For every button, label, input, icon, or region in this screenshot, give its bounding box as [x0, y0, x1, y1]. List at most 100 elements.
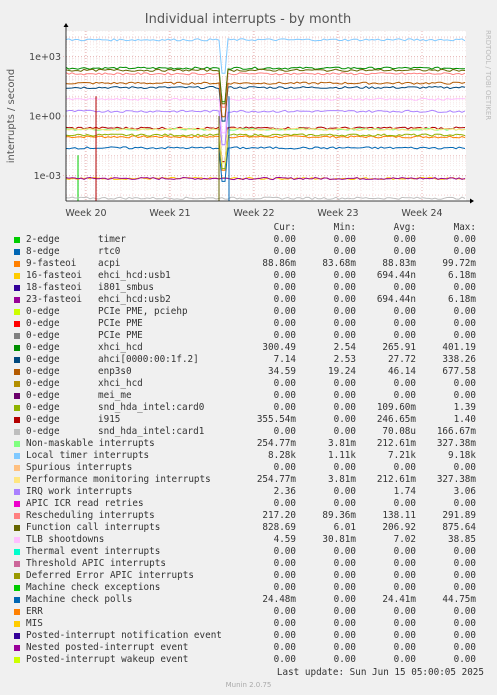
legend-value-max: 0.00: [453, 390, 476, 401]
legend-series-name: MIS: [26, 618, 43, 629]
legend-value-min: 6.01: [333, 522, 356, 533]
legend-value-avg: 0.00: [393, 546, 416, 557]
legend-value-max: 0.00: [453, 462, 476, 473]
footer-text: Munin 2.0.75: [225, 681, 272, 689]
legend-swatch: [14, 393, 20, 399]
legend-value-avg: 24.41m: [382, 594, 416, 605]
legend-series-name: Nested posted-interrupt event: [26, 642, 189, 653]
legend-swatch: [14, 633, 20, 639]
legend-device-name: enp3s0: [98, 366, 132, 377]
legend-device-name: ehci_hcd:usb2: [98, 294, 171, 305]
legend-device-name: timer: [98, 234, 126, 245]
legend-swatch: [14, 285, 20, 291]
legend-series-name: 0-edge PCIe PME, pciehp: [26, 306, 246, 318]
legend-swatch: [14, 477, 20, 483]
legend-value-avg: 265.91: [382, 342, 416, 353]
legend-value-min: 0.00: [333, 570, 356, 581]
legend-value-avg: 7.21k: [388, 450, 416, 461]
legend-value-max: 6.18m: [448, 270, 476, 281]
legend-value-max: 0.00: [453, 642, 476, 653]
legend-value-avg: 0.00: [393, 318, 416, 329]
legend-value-cur: 0.00: [273, 318, 296, 329]
legend-value-cur: 0.00: [273, 606, 296, 617]
legend-series-name: 0-edge xhci_hcd: [26, 378, 246, 390]
legend-value-avg: 0.00: [393, 330, 416, 341]
legend-value-avg: 27.72: [388, 354, 416, 365]
legend-value-max: 0.00: [453, 558, 476, 569]
legend-value-cur: 0.00: [273, 390, 296, 401]
legend-swatch: [14, 297, 20, 303]
legend-series-name: Rescheduling interrupts: [26, 510, 155, 521]
legend-value-cur: 24.48m: [262, 594, 296, 605]
legend-device-name: i801_smbus: [98, 282, 154, 293]
legend-series-name: Posted-interrupt notification event: [26, 630, 222, 641]
legend-swatch: [14, 345, 20, 351]
legend-series-name: 0-edge PCIe PME: [26, 330, 246, 342]
legend-series-name: Posted-interrupt wakeup event: [26, 654, 189, 665]
legend-series-name: 23-fasteoi ehci_hcd:usb2: [26, 294, 246, 306]
legend-series-name: 0-edge xhci_hcd: [26, 342, 246, 354]
legend-device-name: PCIe PME: [98, 330, 143, 341]
legend-series-name: APIC ICR read retries: [26, 498, 144, 509]
legend-value-min: 0.00: [333, 330, 356, 341]
legend-irq-name: 0-edge: [26, 306, 60, 317]
legend-value-max: 0.00: [453, 630, 476, 641]
legend-swatch: [14, 369, 20, 375]
legend-series-name: Deferred Error APIC interrupts: [26, 570, 194, 581]
legend-value-avg: 88.83m: [382, 258, 416, 269]
legend-value-min: 30.81m: [322, 534, 356, 545]
legend-value-max: 401.19: [442, 342, 476, 353]
legend-value-max: 0.00: [453, 582, 476, 593]
legend-value-max: 0.00: [453, 378, 476, 389]
legend-value-cur: 0.00: [273, 330, 296, 341]
last-update: Last update: Sun Jun 15 05:00:05 2025: [276, 667, 484, 678]
legend-value-avg: 0.00: [393, 234, 416, 245]
legend-value-max: 166.67m: [436, 426, 476, 437]
chart-legend: Cur: Min: Avg: Max: 2-edge timer 0.00 0.00 0.00 0…: [0, 0, 497, 695]
legend-irq-name: 0-edge: [26, 378, 60, 389]
legend-swatch: [14, 645, 20, 651]
legend-swatch: [14, 261, 20, 267]
legend-value-cur: 8.28k: [268, 450, 296, 461]
legend-series-name: TLB shootdowns: [26, 534, 105, 545]
legend-value-min: 0.00: [333, 282, 356, 293]
legend-value-avg: 70.08u: [382, 426, 416, 437]
legend-device-name: xhci_hcd: [98, 378, 143, 389]
legend-header-avg: Avg:: [393, 222, 416, 233]
legend-device-name: ehci_hcd:usb1: [98, 270, 171, 281]
legend-swatch: [14, 249, 20, 255]
legend-swatch: [14, 609, 20, 615]
legend-irq-name: 0-edge: [26, 354, 60, 365]
legend-value-cur: 828.69: [262, 522, 296, 533]
legend-swatch: [14, 405, 20, 411]
legend-device-name: rtc0: [98, 246, 121, 257]
legend-swatch: [14, 513, 20, 519]
legend-value-avg: 0.00: [393, 462, 416, 473]
legend-irq-name: 18-fasteoi: [26, 282, 82, 293]
legend-value-max: 0.00: [453, 498, 476, 509]
legend-value-avg: 0.00: [393, 618, 416, 629]
legend-value-min: 2.53: [333, 354, 356, 365]
legend-irq-name: 0-edge: [26, 402, 60, 413]
legend-value-cur: 0.00: [273, 546, 296, 557]
legend-swatch: [14, 525, 20, 531]
legend-value-min: 0.00: [333, 558, 356, 569]
legend-series-name: 0-edge ahci[0000:00:1f.2]: [26, 354, 246, 366]
legend-irq-name: 0-edge: [26, 330, 60, 341]
legend-value-avg: 0.00: [393, 390, 416, 401]
legend-series-name: 0-edge snd_hda_intel:card1: [26, 426, 246, 438]
legend-swatch: [14, 441, 20, 447]
legend-value-min: 0.00: [333, 234, 356, 245]
legend-swatch: [14, 537, 20, 543]
legend-value-max: 3.06: [453, 486, 476, 497]
legend-value-min: 0.00: [333, 462, 356, 473]
legend-value-min: 0.00: [333, 486, 356, 497]
legend-value-cur: 0.00: [273, 570, 296, 581]
legend-irq-name: 0-edge: [26, 366, 60, 377]
legend-value-min: 0.00: [333, 318, 356, 329]
legend-value-max: 0.00: [453, 318, 476, 329]
legend-swatch: [14, 309, 20, 315]
legend-device-name: mei_me: [98, 390, 132, 401]
legend-value-cur: 0.00: [273, 378, 296, 389]
legend-device-name: i915: [98, 414, 121, 425]
